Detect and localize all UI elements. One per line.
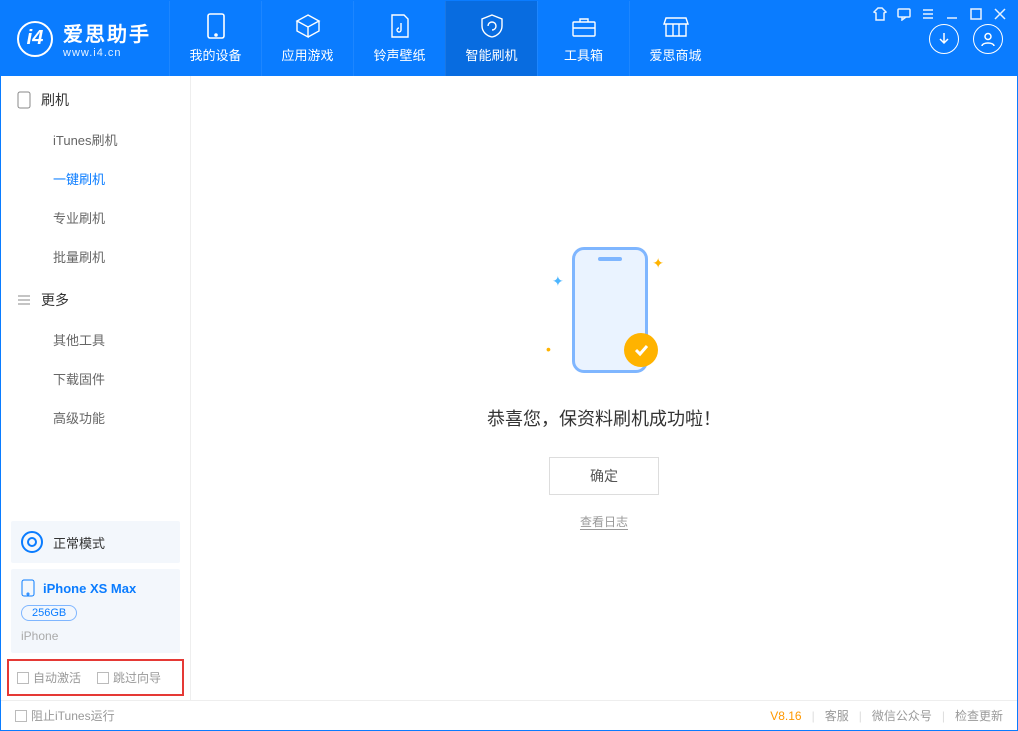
- nav-toolbox[interactable]: 工具箱: [537, 1, 629, 76]
- shield-refresh-icon: [479, 13, 505, 39]
- checkbox-label: 跳过向导: [113, 669, 161, 686]
- minimize-icon[interactable]: [945, 7, 959, 21]
- sidebar-item-advanced[interactable]: 高级功能: [1, 398, 190, 437]
- checkbox-label: 自动激活: [33, 669, 81, 686]
- logo-icon: i4: [17, 21, 53, 57]
- view-log-link[interactable]: 查看日志: [580, 513, 628, 530]
- device-info-box[interactable]: iPhone XS Max 256GB iPhone: [11, 569, 180, 653]
- checkbox-label: 阻止iTunes运行: [31, 707, 115, 724]
- feedback-icon[interactable]: [897, 7, 911, 21]
- support-link[interactable]: 客服: [825, 707, 849, 724]
- maximize-icon[interactable]: [969, 7, 983, 21]
- nav-my-device[interactable]: 我的设备: [169, 1, 261, 76]
- checkbox-block-itunes[interactable]: 阻止iTunes运行: [15, 707, 115, 724]
- tshirt-icon[interactable]: [873, 7, 887, 21]
- check-update-link[interactable]: 检查更新: [955, 707, 1003, 724]
- sidebar-item-oneclick-flash[interactable]: 一键刷机: [1, 159, 190, 198]
- device-icon: [203, 13, 229, 39]
- device-mode-box[interactable]: 正常模式: [11, 521, 180, 563]
- phone-icon: [21, 579, 35, 597]
- flash-options-box: 自动激活 跳过向导: [7, 659, 184, 696]
- device-mode-label: 正常模式: [53, 533, 105, 552]
- success-message: 恭喜您，保资料刷机成功啦！: [487, 405, 721, 431]
- nav-flash[interactable]: 智能刷机: [445, 1, 537, 76]
- sidebar-item-batch-flash[interactable]: 批量刷机: [1, 237, 190, 276]
- sidebar-item-pro-flash[interactable]: 专业刷机: [1, 198, 190, 237]
- checkbox-skip-guide[interactable]: 跳过向导: [97, 669, 161, 686]
- nav-label: 智能刷机: [465, 45, 517, 64]
- nav-ringtone[interactable]: 铃声壁纸: [353, 1, 445, 76]
- music-file-icon: [387, 13, 413, 39]
- check-badge-icon: [624, 333, 658, 367]
- version-label: V8.16: [770, 709, 801, 723]
- checkbox-icon: [97, 672, 109, 684]
- sidebar-group-flash: 刷机: [1, 76, 190, 120]
- phone-outline-icon: [17, 91, 31, 109]
- account-button[interactable]: [973, 24, 1003, 54]
- nav-label: 应用游戏: [281, 45, 333, 64]
- nav-label: 铃声壁纸: [373, 45, 425, 64]
- list-icon: [17, 293, 31, 307]
- success-illustration: ✦ ✦ •: [544, 247, 664, 377]
- checkbox-icon: [15, 710, 27, 722]
- device-storage: 256GB: [21, 605, 77, 621]
- device-name: iPhone XS Max: [43, 581, 136, 596]
- sparkle-icon: ✦: [552, 273, 564, 290]
- nav-label: 我的设备: [189, 45, 241, 64]
- main-nav: 我的设备 应用游戏 铃声壁纸 智能刷机 工具箱: [169, 1, 721, 76]
- sparkle-icon: •: [546, 341, 551, 357]
- nav-store[interactable]: 爱思商城: [629, 1, 721, 76]
- status-bar: 阻止iTunes运行 V8.16 | 客服 | 微信公众号 | 检查更新: [1, 700, 1017, 730]
- menu-icon[interactable]: [921, 7, 935, 21]
- main-content: ✦ ✦ • 恭喜您，保资料刷机成功啦！ 确定 查看日志: [191, 76, 1017, 700]
- group-label: 刷机: [41, 90, 69, 110]
- cube-icon: [295, 13, 321, 39]
- ok-button[interactable]: 确定: [549, 457, 659, 495]
- checkbox-icon: [17, 672, 29, 684]
- app-url: www.i4.cn: [63, 47, 151, 59]
- window-controls: [873, 7, 1007, 21]
- device-subtype: iPhone: [21, 629, 58, 643]
- close-icon[interactable]: [993, 7, 1007, 21]
- toolbox-icon: [571, 13, 597, 39]
- sidebar-item-other-tools[interactable]: 其他工具: [1, 320, 190, 359]
- sidebar-item-download-firmware[interactable]: 下载固件: [1, 359, 190, 398]
- sidebar: 刷机 iTunes刷机 一键刷机 专业刷机 批量刷机 更多 其他工具 下载固件 …: [1, 76, 191, 700]
- sidebar-item-itunes-flash[interactable]: iTunes刷机: [1, 120, 190, 159]
- group-label: 更多: [41, 290, 69, 310]
- app-logo: i4 爱思助手 www.i4.cn: [1, 1, 169, 76]
- mode-indicator-icon: [21, 531, 43, 553]
- sparkle-icon: ✦: [652, 255, 664, 272]
- store-icon: [663, 13, 689, 39]
- checkbox-auto-activate[interactable]: 自动激活: [17, 669, 81, 686]
- app-header: i4 爱思助手 www.i4.cn 我的设备 应用游戏 铃声壁纸: [1, 1, 1017, 76]
- sidebar-group-more: 更多: [1, 276, 190, 320]
- nav-label: 工具箱: [564, 45, 603, 64]
- nav-apps[interactable]: 应用游戏: [261, 1, 353, 76]
- app-name: 爱思助手: [63, 18, 151, 47]
- wechat-link[interactable]: 微信公众号: [872, 707, 932, 724]
- download-button[interactable]: [929, 24, 959, 54]
- nav-label: 爱思商城: [649, 45, 701, 64]
